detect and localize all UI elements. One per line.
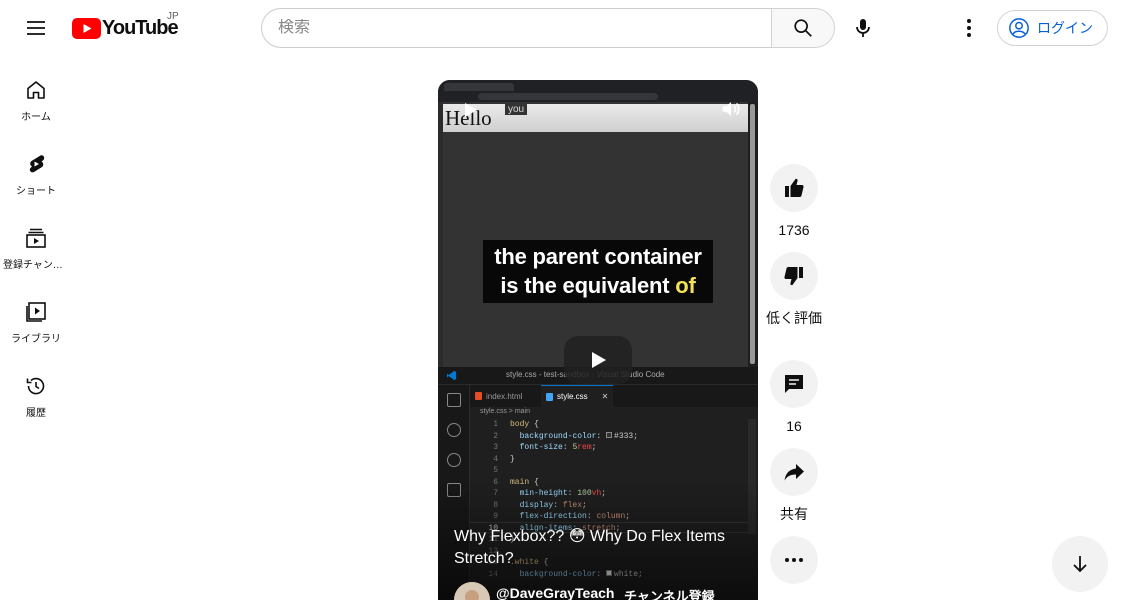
- search-icon: [794, 19, 812, 37]
- dislike-button[interactable]: [770, 252, 818, 300]
- country-code: JP: [167, 11, 179, 22]
- sidebar-item-label: 履歴: [26, 408, 46, 419]
- caption-highlight-word: of: [675, 273, 696, 298]
- play-icon: [465, 103, 477, 117]
- source-control-icon: [446, 423, 461, 437]
- sidebar-item-label: ホーム: [21, 112, 51, 123]
- editor-breadcrumb: style.css > main: [480, 408, 531, 415]
- search-box: [261, 8, 772, 48]
- video-tooltip-text: you: [505, 104, 528, 115]
- dislike-action: 低く評価: [766, 252, 822, 328]
- sidebar-item-subscriptions[interactable]: 登録チャンネル: [0, 204, 72, 278]
- sidebar-item-home[interactable]: ホーム: [0, 56, 72, 130]
- library-icon: [26, 302, 46, 322]
- comments-button[interactable]: [770, 360, 818, 408]
- vscode-logo-icon: [446, 370, 457, 381]
- avatar-image: [454, 582, 490, 600]
- settings-more-button[interactable]: [949, 8, 989, 48]
- html-file-icon: [475, 392, 482, 400]
- more-vertical-icon: [967, 19, 971, 37]
- home-icon: [27, 81, 45, 99]
- video-page-area: Hello you: [443, 102, 748, 367]
- sidebar-item-shorts[interactable]: ショート: [0, 130, 72, 204]
- channel-row: @DaveGrayTeach チャンネル登録: [454, 582, 754, 600]
- comment-action: 16: [770, 360, 818, 436]
- subscribe-button[interactable]: チャンネル登録: [624, 586, 715, 600]
- share-button[interactable]: [770, 448, 818, 496]
- history-icon: [26, 377, 45, 395]
- login-label: ログイン: [1037, 20, 1093, 36]
- editor-tab-html: index.html: [470, 385, 540, 407]
- masthead: YouTube JP ログイン: [0, 0, 1124, 56]
- youtube-play-logo-icon: [72, 17, 101, 39]
- search-input[interactable]: [278, 19, 772, 37]
- like-count: 1736: [778, 222, 810, 238]
- voice-search-button[interactable]: [843, 8, 883, 48]
- shorts-player[interactable]: Hello you the parent container is the eq…: [438, 80, 758, 600]
- sidebar-item-label: 登録チャンネル: [3, 260, 69, 271]
- caption-text: the parent container is the equivalent: [494, 244, 702, 298]
- video-browser-chrome: [438, 80, 758, 102]
- volume-button[interactable]: [720, 98, 742, 120]
- dislike-label: 低く評価: [766, 310, 822, 326]
- more-horizontal-icon: [785, 558, 803, 562]
- more-options-button[interactable]: [770, 536, 818, 584]
- more-action: [770, 536, 818, 584]
- share-label: 共有: [780, 506, 808, 522]
- login-button[interactable]: ログイン: [997, 10, 1108, 46]
- channel-avatar[interactable]: [454, 582, 490, 600]
- explorer-icon: [446, 393, 461, 407]
- next-video-button[interactable]: [1052, 536, 1108, 592]
- search-icon: [446, 453, 461, 467]
- youtube-logo[interactable]: YouTube JP: [72, 11, 179, 40]
- close-tab-icon: ✕: [601, 392, 609, 401]
- css-file-icon: [546, 393, 553, 401]
- play-pause-button[interactable]: [460, 100, 480, 120]
- thumbs-down-icon: [784, 267, 803, 286]
- comment-icon: [785, 375, 803, 393]
- video-title[interactable]: Why Flexbox?? 😳 Why Do Flex Items Stretc…: [454, 526, 744, 570]
- account-icon: [1009, 18, 1029, 38]
- editor-tab-css: style.css ✕: [541, 385, 613, 407]
- share-action: 共有: [770, 448, 818, 524]
- thumbs-up-icon: [785, 178, 804, 197]
- play-icon: [592, 352, 606, 368]
- sidebar-item-label: ショート: [16, 186, 56, 197]
- guide-menu-button[interactable]: [16, 8, 56, 48]
- subscriptions-icon: [26, 228, 46, 248]
- sidebar-item-label: ライブラリ: [11, 334, 61, 345]
- arrow-down-icon: [1073, 556, 1087, 573]
- like-action: 1736: [770, 164, 818, 240]
- comment-count: 16: [786, 418, 802, 434]
- shorts-icon: [29, 155, 45, 173]
- sidebar-item-library[interactable]: ライブラリ: [0, 278, 72, 352]
- volume-icon: [722, 102, 740, 116]
- sidebar-item-history[interactable]: 履歴: [0, 352, 72, 426]
- video-caption: the parent container is the equivalent o…: [483, 240, 713, 303]
- search-button[interactable]: [771, 8, 835, 48]
- large-play-button[interactable]: [564, 336, 632, 384]
- hamburger-icon: [27, 21, 45, 35]
- share-icon: [784, 464, 804, 481]
- channel-handle[interactable]: @DaveGrayTeach: [496, 585, 614, 600]
- like-button[interactable]: [770, 164, 818, 212]
- microphone-icon: [856, 19, 870, 37]
